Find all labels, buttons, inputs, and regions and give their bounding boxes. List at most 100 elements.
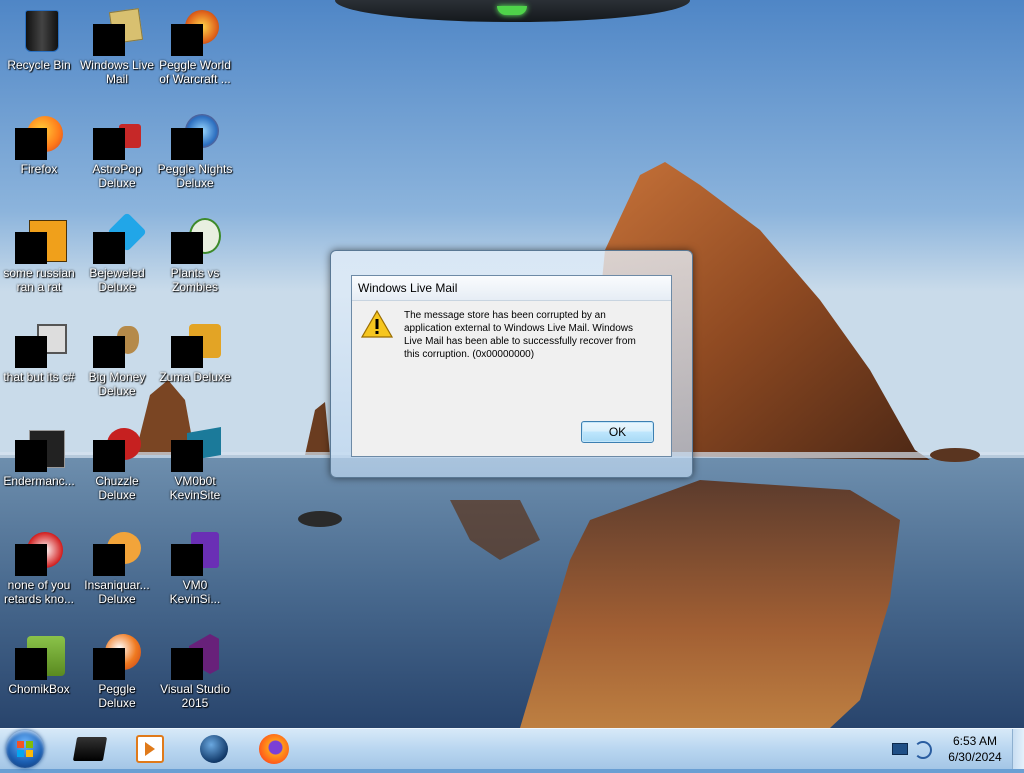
desktop-icon-plants-vs-zombies[interactable]: Plants vs Zombies (156, 210, 234, 314)
desktop-icon-label: that but its c# (3, 370, 75, 384)
app-icon (93, 212, 147, 264)
redaction-box (15, 336, 47, 368)
black-box-icon (72, 737, 108, 761)
visual-studio-icon (171, 632, 219, 680)
monitor-icon[interactable] (892, 743, 908, 755)
app-icon (93, 8, 144, 56)
desktop-icon-label: Recycle Bin (7, 58, 71, 72)
warning-icon (361, 310, 393, 338)
redaction-box (171, 24, 203, 56)
app-icon (171, 424, 221, 472)
desktop-icon-label: Plants vs Zombies (170, 266, 220, 294)
media-player-icon (136, 735, 164, 763)
desktop-icon-label: Insaniquar... Deluxe (84, 578, 150, 606)
redaction-box (171, 128, 203, 160)
firefox-icon (259, 734, 289, 764)
desktop-icon-label: Peggle Nights Deluxe (157, 162, 233, 190)
redaction-box (171, 544, 203, 576)
redaction-box (15, 232, 47, 264)
windows-logo-icon (17, 741, 33, 757)
redaction-box (93, 128, 125, 160)
desktop-icon-recycle-bin[interactable]: Recycle Bin (0, 2, 78, 106)
app-icon (93, 112, 141, 160)
dialog-message: The message store has been corrupted by … (404, 310, 636, 360)
notch-indicator-light (497, 6, 527, 15)
network-icon[interactable] (914, 741, 932, 759)
desktop-icon-insaniquarium-deluxe[interactable]: Insaniquar... Deluxe (78, 522, 156, 626)
message-dialog[interactable]: Windows Live Mail The message store has … (330, 250, 693, 478)
desktop-icon-label: Zuma Deluxe (159, 370, 231, 384)
redaction-box (15, 128, 47, 160)
desktop-icon-some-russian-ran-a-rat[interactable]: some russian ran a rat (0, 210, 78, 314)
desktop-icon-label: none of you retards kno... (3, 578, 75, 606)
desktop-icon-bejeweled-deluxe[interactable]: Bejeweled Deluxe (78, 210, 156, 314)
desktop-icon-label: VM0 KevinSi... (169, 578, 221, 606)
dialog-body: Windows Live Mail The message store has … (351, 275, 672, 457)
desktop-icon-label: Endermanc... (3, 474, 75, 488)
redaction-box (93, 336, 125, 368)
desktop-icon-windows-live-mail[interactable]: Windows Live Mail (78, 2, 156, 106)
app-icon (15, 528, 63, 576)
app-icon (93, 320, 141, 368)
redaction-box (93, 440, 125, 472)
redaction-box (171, 648, 203, 680)
desktop-icon-label: Windows Live Mail (79, 58, 155, 86)
desktop-icon-vm0b0t-kevinsite[interactable]: VM0b0t KevinSite (156, 418, 234, 522)
desktop-icon-label: AstroPop Deluxe (92, 162, 142, 190)
globe-icon (200, 735, 228, 763)
redaction-box (93, 232, 125, 264)
desktop-icon-that-but-its-csharp[interactable]: that but its c# (0, 314, 78, 418)
desktop-icon-visual-studio-2015[interactable]: Visual Studio 2015 (156, 626, 234, 728)
app-icon (93, 424, 141, 472)
ok-button[interactable]: OK (581, 421, 654, 443)
show-desktop-button[interactable] (1012, 729, 1024, 769)
desktop-icon-label: Bejeweled Deluxe (89, 266, 145, 294)
desktop-icon-zuma-deluxe[interactable]: Zuma Deluxe (156, 314, 234, 418)
desktop-icon-astropop-deluxe[interactable]: AstroPop Deluxe (78, 106, 156, 210)
app-icon (15, 320, 67, 368)
clock[interactable]: 6:53 AM 6/30/2024 (940, 733, 1010, 765)
desktop-icon-label: VM0b0t KevinSite (169, 474, 221, 502)
app-icon (15, 424, 65, 472)
dialog-title[interactable]: Windows Live Mail (352, 276, 671, 301)
desktop-icon-label: Peggle Deluxe (98, 682, 136, 710)
redaction-box (93, 648, 125, 680)
redaction-box (93, 544, 125, 576)
redaction-box (15, 648, 47, 680)
taskbar-app-explorer[interactable] (62, 731, 118, 767)
desktop-icon-none-of-you[interactable]: none of you retards kno... (0, 522, 78, 626)
desktop[interactable]: Recycle Bin Firefox some russian ran a r… (0, 0, 1024, 728)
redaction-box (171, 336, 203, 368)
redaction-box (171, 232, 203, 264)
taskbar: 6:53 AM 6/30/2024 (0, 728, 1024, 769)
taskbar-app-globe[interactable] (186, 731, 242, 767)
desktop-icon-peggle-nights-deluxe[interactable]: Peggle Nights Deluxe (156, 106, 234, 210)
app-icon (15, 632, 65, 680)
app-icon (15, 216, 67, 264)
desktop-icon-label: Chuzzle Deluxe (95, 474, 139, 502)
desktop-icon-firefox[interactable]: Firefox (0, 106, 78, 210)
taskbar-app-firefox[interactable] (246, 731, 302, 767)
desktop-icon-label: ChomikBox (8, 682, 70, 696)
app-icon (93, 528, 141, 576)
redaction-box (15, 544, 47, 576)
desktop-icon-chuzzle-deluxe[interactable]: Chuzzle Deluxe (78, 418, 156, 522)
desktop-icon-chomikbox[interactable]: ChomikBox (0, 626, 78, 728)
desktop-icon-label: Peggle World of Warcraft ... (159, 58, 231, 86)
app-icon (93, 632, 141, 680)
taskbar-app-media[interactable] (122, 731, 178, 767)
desktop-icon-label: Visual Studio 2015 (160, 682, 230, 710)
redaction-box (15, 440, 47, 472)
app-icon (171, 216, 221, 264)
redaction-box (171, 440, 203, 472)
desktop-icon-label: some russian ran a rat (3, 266, 75, 294)
desktop-icon-peggle-deluxe[interactable]: Peggle Deluxe (78, 626, 156, 728)
desktop-icon-endermanc[interactable]: Endermanc... (0, 418, 78, 522)
start-button[interactable] (6, 730, 44, 768)
app-icon (171, 320, 221, 368)
desktop-icon-vm0-kevinsi[interactable]: VM0 KevinSi... (156, 522, 234, 626)
desktop-icon-label: Big Money Deluxe (88, 370, 146, 398)
desktop-icon-peggle-world-of-warcraft[interactable]: Peggle World of Warcraft ... (156, 2, 234, 106)
app-icon (171, 528, 219, 576)
desktop-icon-big-money-deluxe[interactable]: Big Money Deluxe (78, 314, 156, 418)
